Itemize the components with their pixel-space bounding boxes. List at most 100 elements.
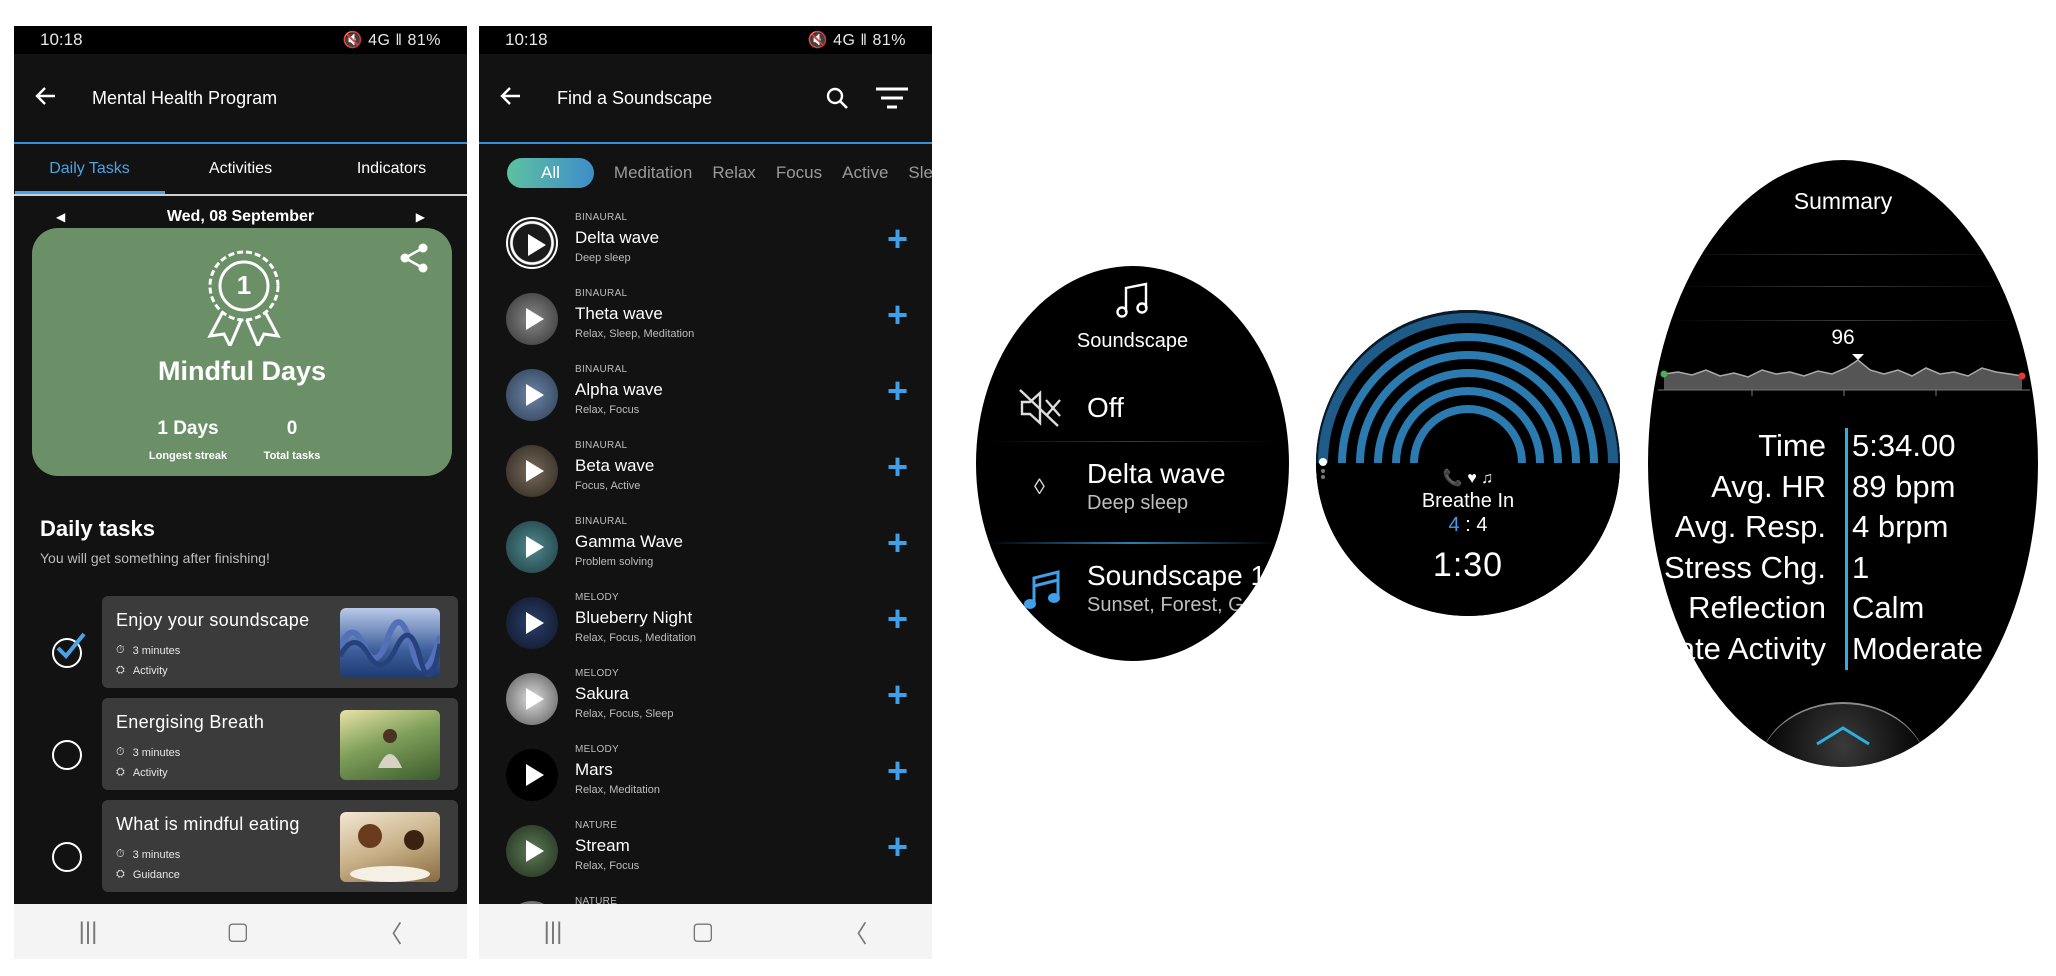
tag-icon: ⛭ bbox=[116, 766, 125, 778]
soundscape-list-item[interactable]: NATURE Stream Relax, Focus + bbox=[479, 810, 932, 886]
add-soundscape-button[interactable]: + bbox=[887, 297, 908, 333]
add-soundscape-button[interactable]: + bbox=[887, 525, 908, 561]
task-name: What is mindful eating bbox=[116, 814, 300, 834]
off-label: Off bbox=[1087, 392, 1124, 423]
daily-tasks-subtitle: You will get something after finishing! bbox=[40, 550, 270, 566]
soundscape-tags: Focus, Active bbox=[575, 480, 641, 492]
previous-day-icon[interactable]: ◀ bbox=[56, 210, 65, 224]
soundscape-tags: Relax, Meditation bbox=[575, 784, 660, 796]
recent-apps-icon[interactable]: ||| bbox=[79, 918, 98, 946]
back-arrow-icon[interactable] bbox=[479, 83, 543, 114]
tab-indicators[interactable]: Indicators bbox=[316, 144, 467, 194]
task-checkbox-checked[interactable] bbox=[52, 632, 86, 668]
share-icon[interactable] bbox=[398, 242, 430, 274]
soundscape-cover-icon[interactable] bbox=[506, 521, 558, 573]
soundscape-list-item[interactable]: BINAURAL Alpha wave Relax, Focus + bbox=[479, 354, 932, 430]
soundscape-category: NATURE bbox=[575, 820, 618, 831]
system-back-icon[interactable]: 〈 bbox=[843, 914, 867, 949]
soundscape-cover-icon[interactable] bbox=[506, 673, 558, 725]
soundscape-cover-icon[interactable] bbox=[506, 445, 558, 497]
summary-key: Avg. HR bbox=[1711, 468, 1826, 504]
soundscape-cover-icon[interactable] bbox=[506, 369, 558, 421]
home-icon[interactable]: ▢ bbox=[227, 917, 250, 946]
summary-row: Stress Chg. 1 bbox=[1648, 550, 2038, 586]
task-card[interactable]: Energising Breath ⏱ 3 minutes ⛭ Activity bbox=[102, 698, 458, 790]
soundscape-list-item[interactable]: MELODY Sakura Relax, Focus, Sleep + bbox=[479, 658, 932, 734]
add-soundscape-button[interactable]: + bbox=[887, 753, 908, 789]
soundscape-list-item[interactable]: BINAURAL Delta wave Deep sleep + bbox=[479, 202, 932, 278]
filter-icon[interactable] bbox=[876, 87, 908, 109]
next-day-icon[interactable]: ▶ bbox=[416, 210, 425, 224]
soundscape-option-off[interactable]: Off bbox=[976, 360, 1289, 454]
status-bar: 10:18 🔇 4G ‖ 81% bbox=[14, 26, 467, 54]
mental-health-phone-screen: 10:18 🔇 4G ‖ 81% Mental Health Program D… bbox=[14, 26, 467, 959]
home-icon[interactable]: ▢ bbox=[692, 917, 715, 946]
tab-activities[interactable]: Activities bbox=[165, 144, 316, 194]
binaural-icon: ◊ bbox=[1034, 474, 1045, 499]
divider bbox=[986, 542, 1278, 544]
heart-rate-graph bbox=[1658, 354, 2030, 396]
status-indicators: 🔇 4G ‖ 81% bbox=[807, 32, 906, 49]
soundscape-cover-icon[interactable] bbox=[506, 749, 558, 801]
meditation-thumbnail bbox=[340, 710, 440, 780]
soundscape-list-item[interactable]: BINAURAL Beta wave Focus, Active + bbox=[479, 430, 932, 506]
soundscape-option-delta[interactable]: ◊ Delta wave Deep sleep bbox=[976, 444, 1289, 538]
soundscape-list-item[interactable]: BINAURAL Theta wave Relax, Sleep, Meditati… bbox=[479, 278, 932, 354]
chevron-up-icon bbox=[1816, 726, 1870, 746]
system-nav-bar: ||| ▢ 〈 bbox=[479, 904, 932, 959]
soundscape-cover-icon[interactable] bbox=[506, 825, 558, 877]
filter-active[interactable]: Active bbox=[842, 163, 888, 183]
divider bbox=[1668, 254, 2018, 255]
filter-focus[interactable]: Focus bbox=[776, 163, 822, 183]
search-icon[interactable] bbox=[826, 87, 848, 109]
task-duration: ⏱ 3 minutes bbox=[116, 644, 180, 657]
task-card[interactable]: Enjoy your soundscape ⏱ 3 minutes ⛭ Activi… bbox=[102, 596, 458, 688]
soundscape-list-item[interactable]: MELODY Mars Relax, Meditation + bbox=[479, 734, 932, 810]
add-soundscape-button[interactable]: + bbox=[887, 677, 908, 713]
filter-relax[interactable]: Relax bbox=[712, 163, 755, 183]
task-card[interactable]: What is mindful eating ⏱ 3 minutes ⛭ Guida… bbox=[102, 800, 458, 892]
tag-icon: ⛭ bbox=[116, 868, 125, 880]
soundscape-cover-icon[interactable] bbox=[506, 217, 558, 269]
soundscape-category: BINAURAL bbox=[575, 288, 628, 299]
task-checkbox[interactable] bbox=[52, 842, 82, 872]
mindful-days-card: 1 Mindful Days 1 Days Longest streak 0 T… bbox=[32, 228, 452, 476]
tab-daily-tasks[interactable]: Daily Tasks bbox=[14, 144, 165, 194]
watch-soundscape-picker: Soundscape Off ◊ Delta wave Deep sleep S… bbox=[976, 266, 1289, 661]
soundscape-list-item[interactable]: MELODY Blueberry Night Relax, Focus, Medit… bbox=[479, 582, 932, 658]
filter-all[interactable]: All bbox=[507, 158, 594, 188]
filter-meditation[interactable]: Meditation bbox=[614, 163, 692, 183]
soundscape-list-item[interactable]: BINAURAL Gamma Wave Problem solving + bbox=[479, 506, 932, 582]
summary-key: Stress Chg. bbox=[1664, 549, 1826, 585]
add-soundscape-button[interactable]: + bbox=[887, 601, 908, 637]
soundscape-category: BINAURAL bbox=[575, 440, 628, 451]
status-indicators: 🔇 4G ‖ 81% bbox=[342, 32, 441, 49]
duration-text: 3 minutes bbox=[132, 848, 181, 861]
recent-apps-icon[interactable]: ||| bbox=[544, 918, 563, 946]
longest-streak-stat: 1 Days Longest streak bbox=[136, 418, 240, 462]
task-checkbox[interactable] bbox=[52, 740, 82, 770]
add-soundscape-button[interactable]: + bbox=[887, 829, 908, 865]
summary-title: Summary bbox=[1793, 188, 1893, 214]
soundscape-cover-icon[interactable] bbox=[506, 597, 558, 649]
soundscape-cover-icon[interactable] bbox=[506, 293, 558, 345]
daily-tasks-heading: Daily tasks bbox=[40, 516, 155, 541]
add-soundscape-button[interactable]: + bbox=[887, 449, 908, 485]
app-bar: Find a Soundscape bbox=[479, 54, 932, 144]
add-soundscape-button[interactable]: + bbox=[887, 221, 908, 257]
delta-subtitle: Deep sleep bbox=[1087, 492, 1189, 514]
tasks-value: 0 bbox=[286, 418, 298, 439]
back-arrow-icon[interactable] bbox=[14, 83, 78, 114]
music-note-icon bbox=[1024, 570, 1060, 609]
soundscape-option-1[interactable]: Soundscape 1 Sunset, Forest, Guita bbox=[976, 546, 1289, 640]
soundscape-tags: Relax, Focus, Meditation bbox=[575, 632, 697, 644]
add-soundscape-button[interactable]: + bbox=[887, 373, 908, 409]
scroll-up-button[interactable] bbox=[1758, 702, 1928, 767]
streak-value: 1 Days bbox=[157, 418, 219, 439]
summary-value: Calm bbox=[1852, 590, 1925, 625]
muted-speaker-icon bbox=[1019, 389, 1061, 427]
filter-sleep[interactable]: Sleep bbox=[908, 163, 932, 183]
system-back-icon[interactable]: 〈 bbox=[378, 914, 402, 949]
category-filters: All Meditation Relax Focus Active Sleep bbox=[479, 144, 932, 202]
soundscape-name: Alpha wave bbox=[575, 380, 663, 399]
